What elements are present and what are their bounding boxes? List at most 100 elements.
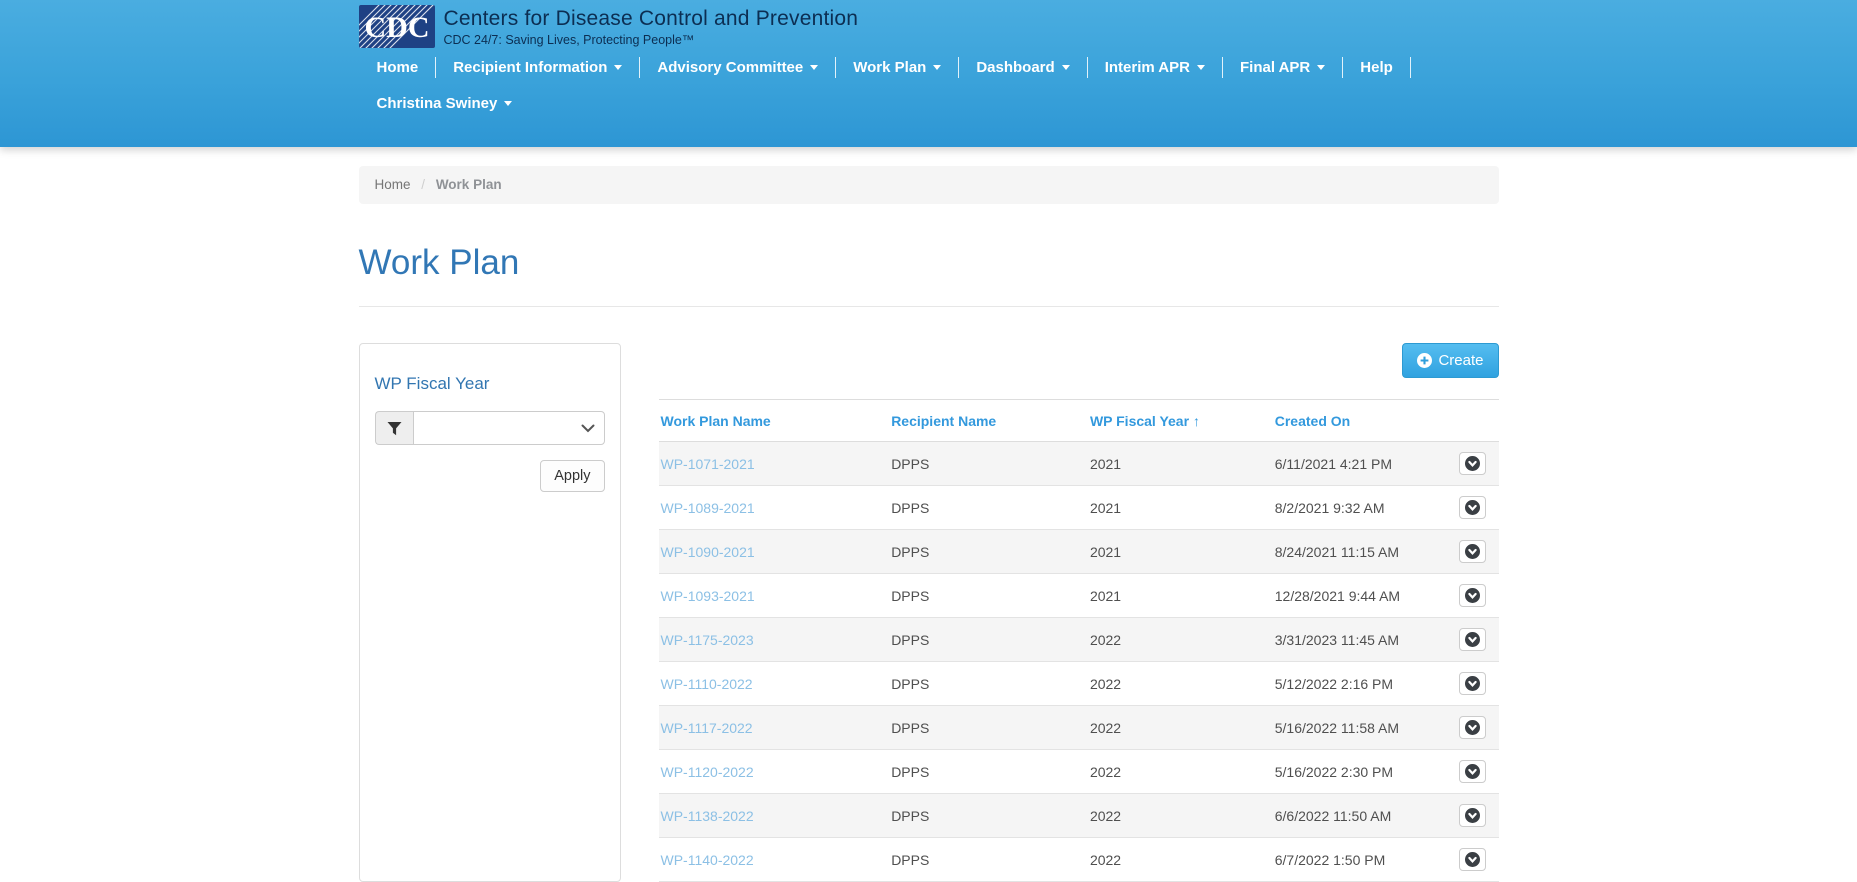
workplan-link[interactable]: WP-1138-2022 bbox=[661, 808, 754, 824]
created-on-cell: 8/24/2021 11:15 AM bbox=[1273, 530, 1449, 574]
user-nav: Christina Swiney bbox=[360, 91, 1499, 116]
workplan-link[interactable]: WP-1093-2021 bbox=[661, 588, 755, 604]
chevron-down-icon bbox=[1062, 65, 1070, 70]
row-actions-button[interactable] bbox=[1459, 760, 1486, 783]
caret-down-circle-icon bbox=[1465, 500, 1480, 515]
table-row: WP-1120-2022 DPPS 2022 5/16/2022 2:30 PM bbox=[659, 750, 1499, 794]
nav-separator bbox=[1410, 57, 1411, 78]
created-on-cell: 12/28/2021 9:44 AM bbox=[1273, 574, 1449, 618]
fiscal-year-filter-panel: WP Fiscal Year Apply bbox=[359, 343, 621, 882]
column-header-wp-fiscal-year[interactable]: WP Fiscal Year↑ bbox=[1088, 400, 1273, 442]
caret-down-circle-icon bbox=[1465, 676, 1480, 691]
table-row: WP-1140-2022 DPPS 2022 6/7/2022 1:50 PM bbox=[659, 838, 1499, 882]
caret-down-circle-icon bbox=[1465, 720, 1480, 735]
chevron-down-icon bbox=[504, 101, 512, 106]
fiscal-year-select[interactable] bbox=[413, 411, 605, 445]
sort-ascending-icon: ↑ bbox=[1193, 413, 1200, 429]
recipient-cell: DPPS bbox=[889, 486, 1088, 530]
cdc-logo-block: CDC Centers for Disease Control and Prev… bbox=[359, 0, 1499, 48]
fiscal-year-cell: 2022 bbox=[1088, 794, 1273, 838]
table-row: WP-1071-2021 DPPS 2021 6/11/2021 4:21 PM bbox=[659, 442, 1499, 486]
workplan-link[interactable]: WP-1090-2021 bbox=[661, 544, 755, 560]
main-nav: Home Recipient Information Advisory Comm… bbox=[360, 55, 1499, 80]
created-on-cell: 6/11/2021 4:21 PM bbox=[1273, 442, 1449, 486]
workplan-link[interactable]: WP-1120-2022 bbox=[661, 764, 754, 780]
nav-item-recipient-information[interactable]: Recipient Information bbox=[436, 55, 639, 80]
nav-item-advisory-committee[interactable]: Advisory Committee bbox=[640, 55, 835, 80]
workplan-link[interactable]: WP-1175-2023 bbox=[661, 632, 754, 648]
chevron-down-icon bbox=[810, 65, 818, 70]
recipient-cell: DPPS bbox=[889, 618, 1088, 662]
recipient-cell: DPPS bbox=[889, 574, 1088, 618]
caret-down-circle-icon bbox=[1465, 852, 1480, 867]
nav-item-home[interactable]: Home bbox=[360, 55, 436, 80]
table-row: WP-1110-2022 DPPS 2022 5/12/2022 2:16 PM bbox=[659, 662, 1499, 706]
user-menu-christina-swiney[interactable]: Christina Swiney bbox=[360, 91, 530, 116]
apply-button[interactable]: Apply bbox=[540, 460, 604, 492]
filter-icon bbox=[387, 421, 402, 436]
workplan-link[interactable]: WP-1071-2021 bbox=[661, 456, 755, 472]
nav-item-work-plan[interactable]: Work Plan bbox=[836, 55, 958, 80]
breadcrumb: Home / Work Plan bbox=[359, 166, 1499, 204]
workplan-link[interactable]: WP-1089-2021 bbox=[661, 500, 755, 516]
cdc-logo: CDC bbox=[359, 5, 435, 48]
workplan-link[interactable]: WP-1117-2022 bbox=[661, 720, 753, 736]
create-button[interactable]: Create bbox=[1402, 343, 1498, 378]
recipient-cell: DPPS bbox=[889, 530, 1088, 574]
fiscal-year-cell: 2022 bbox=[1088, 618, 1273, 662]
row-actions-button[interactable] bbox=[1459, 496, 1486, 519]
caret-down-circle-icon bbox=[1465, 808, 1480, 823]
created-on-cell: 6/6/2022 11:50 AM bbox=[1273, 794, 1449, 838]
table-header-row: Work Plan Name Recipient Name WP Fiscal … bbox=[659, 400, 1499, 442]
title-divider bbox=[359, 306, 1499, 307]
row-actions-button[interactable] bbox=[1459, 584, 1486, 607]
caret-down-circle-icon bbox=[1465, 632, 1480, 647]
caret-down-circle-icon bbox=[1465, 588, 1480, 603]
row-actions-button[interactable] bbox=[1459, 848, 1486, 871]
work-plan-table: Work Plan Name Recipient Name WP Fiscal … bbox=[659, 399, 1499, 882]
chevron-down-icon bbox=[1317, 65, 1325, 70]
chevron-down-icon bbox=[614, 65, 622, 70]
fiscal-year-cell: 2022 bbox=[1088, 662, 1273, 706]
nav-item-interim-apr[interactable]: Interim APR bbox=[1088, 55, 1222, 80]
table-row: WP-1090-2021 DPPS 2021 8/24/2021 11:15 A… bbox=[659, 530, 1499, 574]
app-header: CDC Centers for Disease Control and Prev… bbox=[0, 0, 1857, 147]
column-header-recipient-name[interactable]: Recipient Name bbox=[889, 400, 1088, 442]
column-header-created-on[interactable]: Created On bbox=[1273, 400, 1449, 442]
chevron-down-icon bbox=[933, 65, 941, 70]
chevron-down-icon bbox=[1197, 65, 1205, 70]
row-actions-button[interactable] bbox=[1459, 540, 1486, 563]
filter-icon-addon[interactable] bbox=[375, 411, 413, 445]
workplan-link[interactable]: WP-1110-2022 bbox=[661, 676, 753, 692]
recipient-cell: DPPS bbox=[889, 442, 1088, 486]
created-on-cell: 5/16/2022 2:30 PM bbox=[1273, 750, 1449, 794]
fiscal-year-cell: 2022 bbox=[1088, 838, 1273, 882]
row-actions-button[interactable] bbox=[1459, 628, 1486, 651]
column-header-work-plan-name[interactable]: Work Plan Name bbox=[659, 400, 890, 442]
recipient-cell: DPPS bbox=[889, 750, 1088, 794]
row-actions-button[interactable] bbox=[1459, 716, 1486, 739]
table-row: WP-1089-2021 DPPS 2021 8/2/2021 9:32 AM bbox=[659, 486, 1499, 530]
breadcrumb-current: Work Plan bbox=[436, 177, 502, 192]
caret-down-circle-icon bbox=[1465, 456, 1480, 471]
nav-item-final-apr[interactable]: Final APR bbox=[1223, 55, 1342, 80]
table-row: WP-1138-2022 DPPS 2022 6/6/2022 11:50 AM bbox=[659, 794, 1499, 838]
nav-item-dashboard[interactable]: Dashboard bbox=[959, 55, 1086, 80]
nav-item-help[interactable]: Help bbox=[1343, 55, 1410, 80]
created-on-cell: 3/31/2023 11:45 AM bbox=[1273, 618, 1449, 662]
row-actions-button[interactable] bbox=[1459, 804, 1486, 827]
table-row: WP-1175-2023 DPPS 2022 3/31/2023 11:45 A… bbox=[659, 618, 1499, 662]
created-on-cell: 5/16/2022 11:58 AM bbox=[1273, 706, 1449, 750]
page-title: Work Plan bbox=[359, 243, 1499, 283]
recipient-cell: DPPS bbox=[889, 794, 1088, 838]
column-header-actions bbox=[1448, 400, 1498, 442]
breadcrumb-home-link[interactable]: Home bbox=[375, 177, 411, 192]
fiscal-year-cell: 2021 bbox=[1088, 442, 1273, 486]
table-row: WP-1117-2022 DPPS 2022 5/16/2022 11:58 A… bbox=[659, 706, 1499, 750]
row-actions-button[interactable] bbox=[1459, 452, 1486, 475]
row-actions-button[interactable] bbox=[1459, 672, 1486, 695]
caret-down-circle-icon bbox=[1465, 544, 1480, 559]
site-title: Centers for Disease Control and Preventi… bbox=[444, 7, 859, 31]
svg-text:CDC: CDC bbox=[364, 11, 429, 44]
fiscal-year-cell: 2021 bbox=[1088, 574, 1273, 618]
